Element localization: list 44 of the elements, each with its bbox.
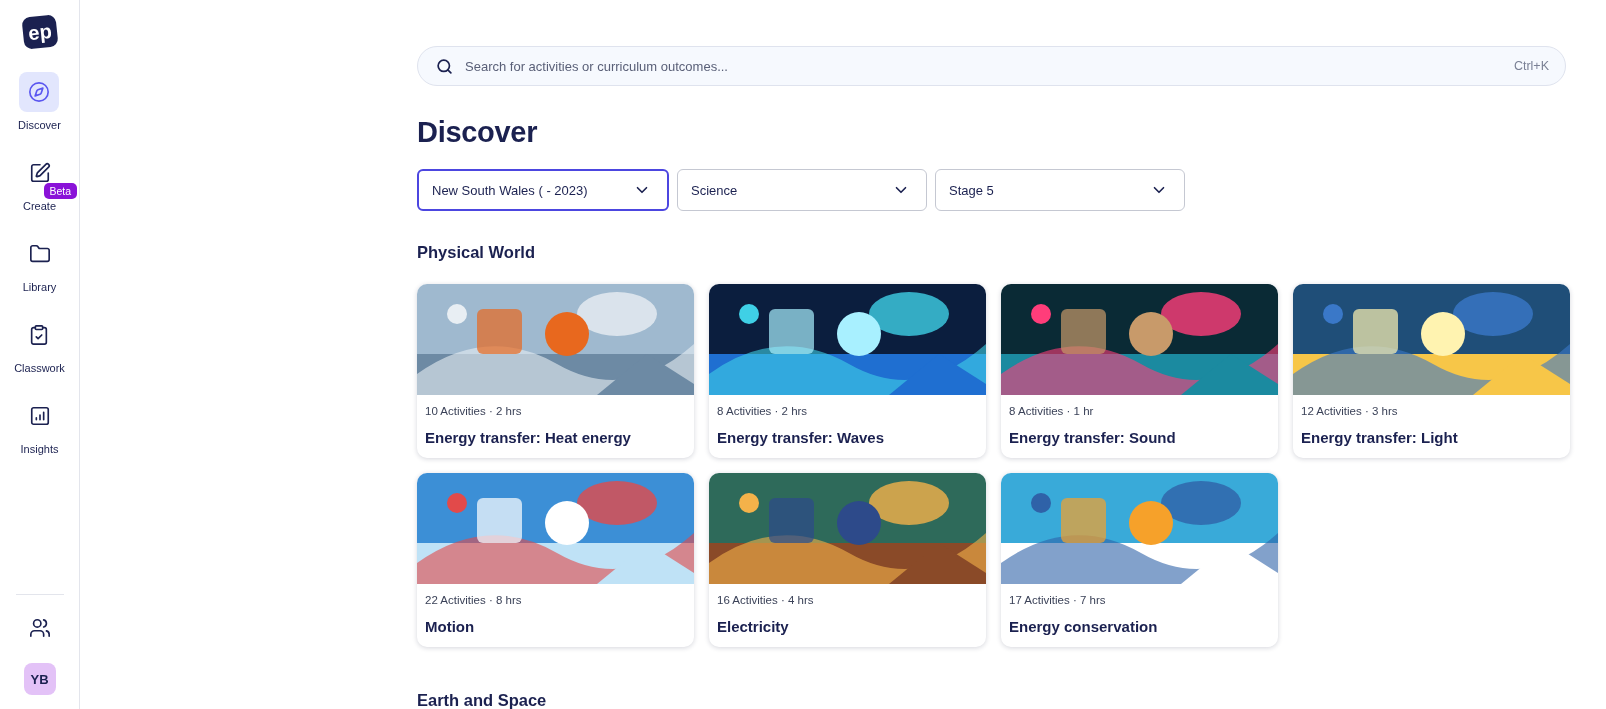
folder-icon [28,243,51,265]
card-title: Energy transfer: Light [1301,429,1459,446]
filter-dropdown[interactable]: Science [677,169,927,211]
card-meta: 8 Activities · 1 hr [1009,405,1095,417]
nav-label[interactable]: Classwork [14,362,65,374]
card-meta: 8 Activities · 2 hrs [717,405,809,417]
shortcut-hint: Ctrl+K [1513,59,1549,73]
card-meta: 16 Activities · 4 hrs [717,594,815,606]
card-title: Energy transfer: Sound [1009,429,1177,446]
nav-label[interactable]: Insights [20,443,59,455]
section-heading: Physical World [417,243,536,262]
filter-dropdown[interactable]: Stage 5 [935,169,1185,211]
course-card[interactable]: 8 Activities · 2 hrs Energy transfer: Waves [709,284,986,458]
card-title: Energy conservation [1009,618,1159,635]
pencil-icon [28,162,51,184]
course-card[interactable]: 8 Activities · 1 hr Energy transfer: Sound [1001,284,1278,458]
course-card[interactable]: 22 Activities · 8 hrs Motion [417,473,694,647]
filter-dropdown[interactable]: New South Wales ( - 2023) [417,169,669,211]
page-title: Discover [417,116,539,149]
logo[interactable]: ep [20,14,59,50]
users-icon[interactable] [28,617,51,639]
search-input[interactable]: Search for activities or curriculum outcomes... [463,57,1504,75]
card-meta: 22 Activities · 8 hrs [425,594,523,606]
course-card[interactable]: 12 Activities · 3 hrs Energy transfer: Light [1293,284,1570,458]
card-title: Motion [425,618,476,635]
card-title: Electricity [717,618,790,635]
nav-label[interactable]: Library [22,281,57,293]
beta-badge: Beta [43,183,78,199]
course-card[interactable]: 17 Activities · 7 hrs Energy conservation [1001,473,1278,647]
search-bar[interactable]: Search for activities or curriculum outcomes... Ctrl+K [417,46,1566,86]
card-title: Energy transfer: Waves [717,429,885,446]
compass-icon [28,81,51,103]
search-icon [436,57,453,75]
avatar[interactable]: YB [23,663,56,695]
nav-label[interactable]: Discover [18,119,61,131]
nav-label[interactable]: Create [23,200,56,212]
course-card[interactable]: 10 Activities · 2 hrs Energy transfer: Heat energy [417,284,694,458]
card-title: Energy transfer: Heat energy [425,429,632,446]
course-card[interactable]: 16 Activities · 4 hrs Electricity [709,473,986,647]
card-meta: 10 Activities · 2 hrs [425,405,523,417]
card-meta: 17 Activities · 7 hrs [1009,594,1107,606]
bar-chart-icon [28,405,51,427]
card-meta: 12 Activities · 3 hrs [1301,405,1399,417]
section-heading: Earth and Space [417,691,548,709]
